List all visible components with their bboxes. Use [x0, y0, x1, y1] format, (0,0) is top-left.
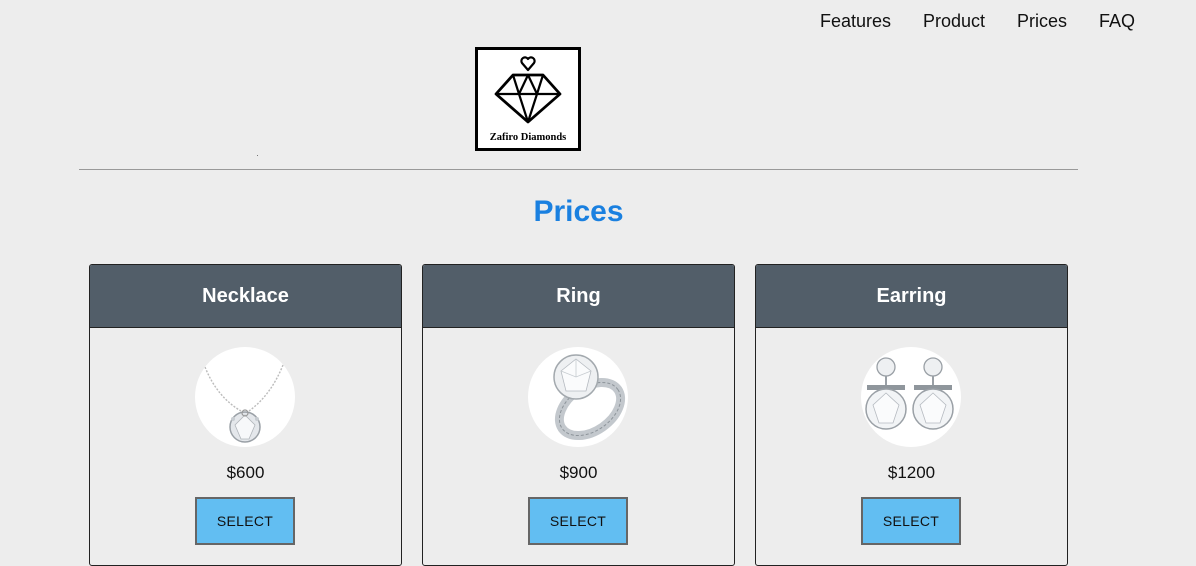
necklace-image — [195, 347, 295, 447]
card-price: $600 — [226, 463, 265, 482]
card-title: Ring — [423, 265, 734, 328]
card-price: $1200 — [887, 463, 936, 482]
price-card-ring: Ring $900 SELECT — [422, 264, 735, 566]
nav-link-faq[interactable]: FAQ — [1099, 11, 1135, 32]
top-nav: Features Product Prices FAQ — [804, 11, 1152, 33]
earring-image — [861, 347, 961, 447]
ring-image — [528, 347, 628, 447]
brand-logo: Zafiro Diamonds — [475, 47, 581, 151]
select-necklace-button[interactable]: SELECT — [195, 497, 295, 545]
select-ring-button[interactable]: SELECT — [528, 497, 628, 545]
nav-link-features[interactable]: Features — [820, 11, 891, 32]
page-title: Prices — [533, 195, 624, 228]
card-price: $900 — [559, 463, 598, 482]
card-title: Earring — [756, 265, 1067, 328]
nav-link-product[interactable]: Product — [923, 11, 985, 32]
decorative-dot — [257, 155, 258, 156]
select-earring-button[interactable]: SELECT — [861, 497, 961, 545]
header-divider — [79, 169, 1078, 170]
nav-link-prices[interactable]: Prices — [1017, 11, 1067, 32]
card-title: Necklace — [90, 265, 401, 328]
price-card-earring: Earring $1200 SELECT — [755, 264, 1068, 566]
price-card-necklace: Necklace $600 SELECT — [89, 264, 402, 566]
logo-text: Zafiro Diamonds — [489, 132, 567, 143]
